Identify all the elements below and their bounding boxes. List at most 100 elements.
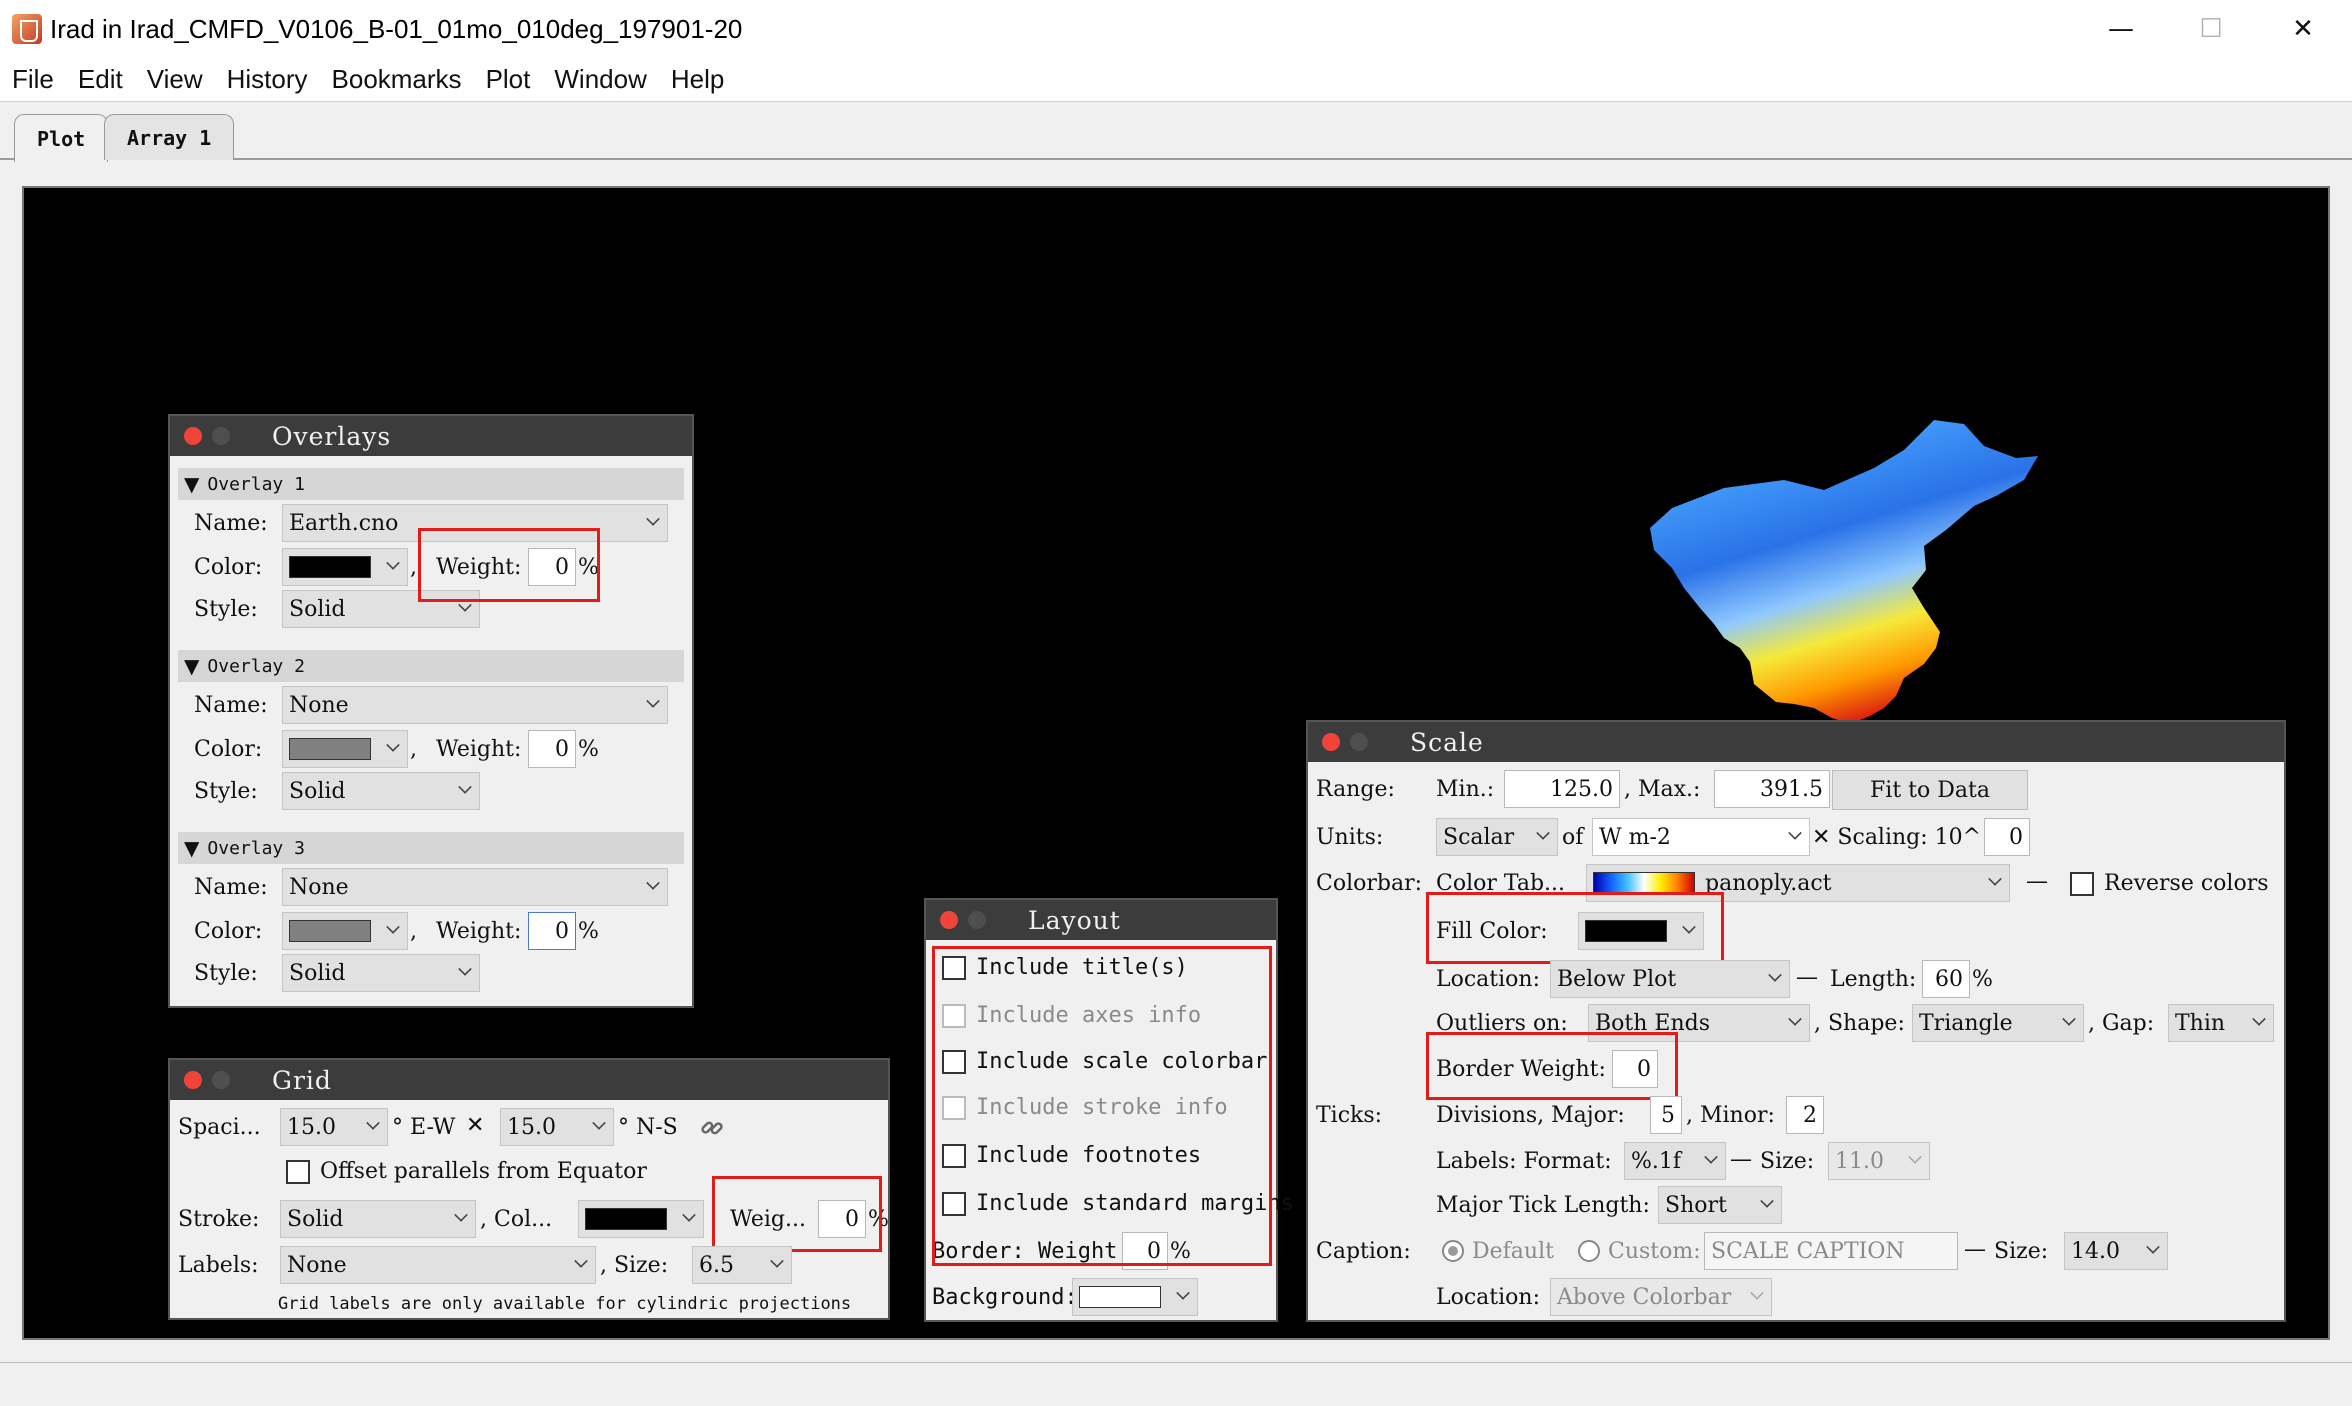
close-button[interactable]: ✕: [2258, 0, 2348, 58]
chevron-down-icon: [1988, 872, 2002, 886]
colorbar-length-input[interactable]: 60: [1922, 960, 1970, 998]
colorbar-border-weight-input[interactable]: 0: [1612, 1050, 1658, 1088]
minimize-button[interactable]: —: [2076, 0, 2166, 58]
pct-label: %: [868, 1207, 889, 1232]
include-footnotes-checkbox[interactable]: [942, 1144, 966, 1168]
minor-divisions-input[interactable]: 2: [1786, 1096, 1824, 1134]
grid-labels-select[interactable]: None: [280, 1246, 596, 1284]
close-dot-icon[interactable]: [1322, 733, 1340, 751]
overlay-3-name-select[interactable]: None: [282, 868, 668, 906]
include-titles-checkbox[interactable]: [942, 956, 966, 980]
overlay-3-color-select[interactable]: [282, 912, 408, 950]
close-dot-icon[interactable]: [940, 911, 958, 929]
caption-text-input[interactable]: SCALE CAPTION: [1704, 1232, 1958, 1270]
scale-title: Scale: [1410, 727, 1484, 757]
maximize-button[interactable]: ☐: [2166, 0, 2256, 58]
caption-size-select[interactable]: 14.0: [2064, 1232, 2168, 1270]
include-stroke-info-label: Include stroke info: [976, 1095, 1228, 1120]
fit-to-data-button[interactable]: Fit to Data: [1832, 770, 2028, 810]
close-dot-icon[interactable]: [184, 427, 202, 445]
colorbar-location-select[interactable]: Below Plot: [1550, 960, 1790, 998]
grid-panel-header[interactable]: Grid: [170, 1060, 888, 1100]
include-stroke-info-checkbox[interactable]: [942, 1096, 966, 1120]
chevron-down-icon: [366, 1116, 380, 1130]
range-max-input[interactable]: 391.5: [1714, 770, 1830, 808]
overlays-panel-header[interactable]: Overlays: [170, 416, 692, 456]
chevron-down-icon: [1750, 1286, 1764, 1300]
minimize-dot-icon[interactable]: [212, 427, 230, 445]
scale-panel: Scale Range: Min.: 125.0 , Max.: 391.5 F…: [1306, 720, 2286, 1322]
caption-dash: —: [1964, 1237, 1986, 1262]
grid-weight-input[interactable]: 0: [818, 1200, 866, 1238]
overlay-2-weight-input[interactable]: 0: [528, 730, 576, 768]
caption-location-select[interactable]: Above Colorbar: [1550, 1278, 1772, 1316]
pct-label: %: [578, 555, 599, 580]
overlays-title: Overlays: [272, 421, 392, 451]
include-axes-info-label: Include axes info: [976, 1003, 1202, 1028]
caption-custom-radio[interactable]: [1578, 1240, 1600, 1262]
collapse-triangle-icon: ▼: [184, 472, 200, 496]
units-value-select[interactable]: W m-2: [1592, 818, 1810, 856]
menu-window[interactable]: Window: [542, 64, 658, 95]
overlay-3-header[interactable]: ▼ Overlay 3: [178, 832, 684, 864]
outliers-select[interactable]: Both Ends: [1588, 1004, 1810, 1042]
include-scale-colorbar-checkbox[interactable]: [942, 1050, 966, 1074]
scale-panel-header[interactable]: Scale: [1308, 722, 2284, 762]
overlay-1-color-select[interactable]: [282, 548, 408, 586]
menu-file[interactable]: File: [0, 64, 66, 95]
range-min-input[interactable]: 125.0: [1504, 770, 1620, 808]
overlay-1-style-label: Style:: [194, 597, 258, 622]
overlay-2-header[interactable]: ▼ Overlay 2: [178, 650, 684, 682]
grid-ns-spacing-select[interactable]: 15.0: [500, 1108, 614, 1146]
outlier-gap-select[interactable]: Thin: [2168, 1004, 2274, 1042]
overlay-3-weight-input[interactable]: 0: [528, 912, 576, 950]
grid-size-label: , Size:: [600, 1253, 669, 1278]
offset-parallels-label: Offset parallels from Equator: [320, 1159, 647, 1184]
minimize-dot-icon[interactable]: [968, 911, 986, 929]
minimize-dot-icon[interactable]: [1350, 733, 1368, 751]
major-tick-length-select[interactable]: Short: [1658, 1186, 1782, 1224]
scaling-exponent-input[interactable]: 0: [1984, 818, 2030, 856]
overlay-2-name-select[interactable]: None: [282, 686, 668, 724]
menu-history[interactable]: History: [215, 64, 320, 95]
tick-format-select[interactable]: %.1f: [1624, 1142, 1726, 1180]
menu-view[interactable]: View: [135, 64, 215, 95]
overlay-3-style-select[interactable]: Solid: [282, 954, 480, 992]
menu-edit[interactable]: Edit: [66, 64, 135, 95]
layout-panel-header[interactable]: Layout: [926, 900, 1276, 940]
menu-plot[interactable]: Plot: [474, 64, 543, 95]
border-weight-input[interactable]: 0: [1122, 1232, 1168, 1270]
overlay-2-style-select[interactable]: Solid: [282, 772, 480, 810]
grid-ew-spacing-select[interactable]: 15.0: [280, 1108, 388, 1146]
include-axes-info-checkbox[interactable]: [942, 1004, 966, 1028]
grid-stroke-select[interactable]: Solid: [280, 1200, 476, 1238]
background-color-select[interactable]: [1072, 1278, 1198, 1316]
menu-help[interactable]: Help: [659, 64, 736, 95]
tab-array-1[interactable]: Array 1: [104, 114, 235, 160]
reverse-colors-checkbox[interactable]: [2070, 872, 2094, 896]
major-divisions-input[interactable]: 5: [1650, 1096, 1682, 1134]
overlay-2-color-select[interactable]: [282, 730, 408, 768]
color-swatch: [289, 556, 371, 578]
color-table-select[interactable]: panoply.act: [1586, 864, 2010, 902]
outlier-shape-select[interactable]: Triangle: [1912, 1004, 2084, 1042]
tick-size-select[interactable]: 11.0: [1828, 1142, 1930, 1180]
grid-color-select[interactable]: [578, 1200, 704, 1238]
overlay-1-header[interactable]: ▼ Overlay 1: [178, 468, 684, 500]
grid-size-select[interactable]: 6.5: [692, 1246, 792, 1284]
minimize-dot-icon[interactable]: [212, 1071, 230, 1089]
caption-default-radio[interactable]: [1442, 1240, 1464, 1262]
close-dot-icon[interactable]: [184, 1071, 202, 1089]
chevron-down-icon: [1788, 1012, 1802, 1026]
caption-location-label: Location:: [1436, 1285, 1540, 1310]
overlay-1-weight-input[interactable]: 0: [528, 548, 576, 586]
menu-bookmarks[interactable]: Bookmarks: [320, 64, 474, 95]
overlay-1-name-select[interactable]: Earth.cno: [282, 504, 668, 542]
tab-plot[interactable]: Plot: [14, 114, 109, 162]
fill-color-select[interactable]: [1578, 912, 1704, 950]
offset-parallels-checkbox[interactable]: [286, 1160, 310, 1184]
units-type-select[interactable]: Scalar: [1436, 818, 1558, 856]
link-icon[interactable]: [700, 1116, 724, 1140]
overlay-1-style-select[interactable]: Solid: [282, 590, 480, 628]
include-standard-margins-checkbox[interactable]: [942, 1192, 966, 1216]
